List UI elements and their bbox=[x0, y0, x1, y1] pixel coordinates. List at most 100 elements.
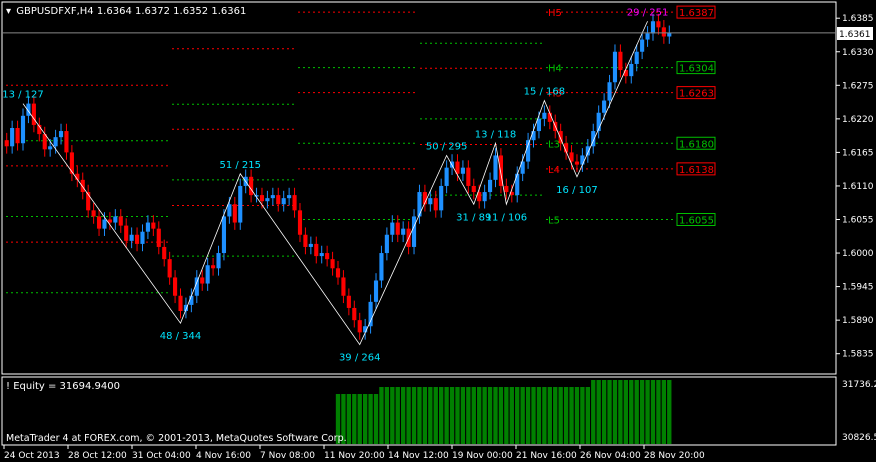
candle-body bbox=[308, 243, 313, 247]
time-tick-label: 11 Nov 20:00 bbox=[324, 451, 385, 461]
time-tick-label: 21 Nov 16:00 bbox=[516, 451, 577, 461]
price-tick-label: 1.6000 bbox=[842, 249, 874, 259]
equity-bar bbox=[542, 387, 547, 444]
time-tick-label: 7 Nov 08:00 bbox=[260, 451, 315, 461]
candle-body bbox=[276, 195, 281, 205]
equity-bar bbox=[645, 380, 650, 444]
pivot-level-name: L5 bbox=[548, 216, 560, 227]
swing-label: 51 / 215 bbox=[219, 160, 261, 171]
candle-body bbox=[48, 146, 53, 150]
candle-body bbox=[314, 243, 319, 257]
equity-bar bbox=[352, 394, 357, 444]
candle-body bbox=[482, 192, 487, 202]
candle-body bbox=[346, 295, 351, 308]
equity-bar bbox=[400, 387, 406, 444]
candle-body bbox=[352, 307, 357, 321]
candle-body bbox=[390, 222, 395, 235]
equity-bar bbox=[362, 394, 368, 444]
current-price-text: 1.6361 bbox=[839, 30, 871, 40]
equity-bar bbox=[596, 380, 601, 444]
candle-body bbox=[173, 277, 178, 296]
candle-body bbox=[650, 21, 656, 34]
candle-body bbox=[395, 222, 400, 235]
equity-bar bbox=[477, 387, 482, 444]
price-tick-label: 1.5835 bbox=[842, 350, 874, 360]
equity-label: ! Equity = 31694.9400 bbox=[6, 381, 120, 392]
equity-bar bbox=[629, 380, 634, 444]
equity-bar bbox=[482, 387, 487, 444]
price-tick-label: 1.6110 bbox=[842, 182, 874, 192]
equity-bar bbox=[504, 387, 509, 444]
equity-bar bbox=[379, 387, 384, 444]
candle-body bbox=[531, 131, 536, 141]
equity-bar bbox=[493, 387, 498, 444]
mt4-chart-window[interactable]: H5 1.6387H4 1.6304H3 1.6263L3 1.6180L4 1.6138… bbox=[0, 0, 876, 462]
pivot-price-label: 1.6304 bbox=[679, 64, 714, 75]
candle-body bbox=[216, 253, 221, 269]
swing-label: 11 / 106 bbox=[486, 212, 528, 223]
candle-body bbox=[411, 216, 417, 247]
equity-tick-label: 30826.55 bbox=[842, 433, 876, 443]
candle-body bbox=[91, 210, 96, 217]
symbol-title: GBPUSDFXF,H4 1.6364 1.6372 1.6352 1.6361 bbox=[16, 6, 246, 17]
swing-label: 29 / 251 bbox=[627, 7, 669, 18]
candle-body bbox=[439, 185, 444, 211]
candle-body bbox=[238, 185, 243, 223]
candle-body bbox=[618, 51, 623, 71]
candle-body bbox=[542, 112, 547, 119]
equity-bar bbox=[373, 394, 379, 444]
candle-body bbox=[629, 63, 634, 77]
candle-body bbox=[602, 100, 607, 113]
copyright-text: MetaTrader 4 at FOREX.com, © 2001-2013, … bbox=[6, 433, 347, 444]
equity-bar bbox=[601, 380, 607, 444]
candle-body bbox=[656, 21, 661, 28]
candle-body bbox=[471, 185, 476, 193]
equity-bar bbox=[395, 387, 400, 444]
equity-bar bbox=[536, 387, 542, 444]
candle-body bbox=[259, 195, 265, 202]
candle-body bbox=[526, 140, 531, 162]
time-tick-label: 24 Oct 2013 bbox=[4, 451, 60, 461]
price-tick-label: 1.5945 bbox=[842, 283, 874, 293]
time-tick-label: 28 Nov 20:00 bbox=[644, 451, 705, 461]
candle-body bbox=[69, 152, 74, 174]
candle-body bbox=[10, 128, 15, 147]
equity-bar bbox=[667, 380, 672, 444]
time-tick-label: 28 Oct 12:00 bbox=[68, 451, 127, 461]
equity-bar bbox=[417, 387, 422, 444]
equity-bar bbox=[558, 387, 563, 444]
candle-body bbox=[96, 216, 102, 229]
candle-body bbox=[20, 115, 26, 144]
pivot-price-label: 1.6055 bbox=[679, 216, 714, 227]
candle-body bbox=[227, 204, 232, 217]
equity-bar bbox=[547, 387, 552, 444]
swing-label: 50 / 295 bbox=[426, 141, 468, 152]
price-tick-label: 1.6165 bbox=[842, 148, 874, 158]
candle-body bbox=[58, 131, 64, 138]
equity-bar bbox=[460, 387, 466, 444]
candle-body bbox=[80, 179, 85, 193]
candle-body bbox=[64, 131, 69, 153]
candle-body bbox=[504, 185, 509, 193]
candle-body bbox=[287, 195, 292, 199]
equity-bar bbox=[612, 380, 618, 444]
equity-bar bbox=[634, 380, 639, 444]
candle-body bbox=[640, 39, 645, 52]
candle-body bbox=[265, 198, 270, 202]
pivot-lines-layer: H5 1.6387H4 1.6304H3 1.6263L3 1.6180L4 1.6138… bbox=[6, 5, 716, 294]
candle-body bbox=[162, 246, 167, 260]
candle-body bbox=[384, 234, 389, 254]
time-axis: 24 Oct 2013 28 Oct 12:00 31 Oct 04:00 4 Nov… bbox=[3, 445, 705, 461]
candle-body bbox=[297, 210, 303, 235]
candle-body bbox=[574, 161, 580, 165]
candle-body bbox=[580, 155, 585, 165]
pivot-level-name: L4 bbox=[548, 165, 560, 176]
equity-bar bbox=[368, 394, 373, 444]
candle-body bbox=[205, 265, 210, 284]
equity-bar bbox=[433, 387, 438, 444]
candle-body bbox=[232, 204, 237, 223]
candle-body bbox=[15, 128, 20, 144]
candles-layer[interactable] bbox=[4, 13, 672, 340]
candle-body bbox=[113, 216, 118, 223]
equity-bar bbox=[487, 387, 493, 444]
